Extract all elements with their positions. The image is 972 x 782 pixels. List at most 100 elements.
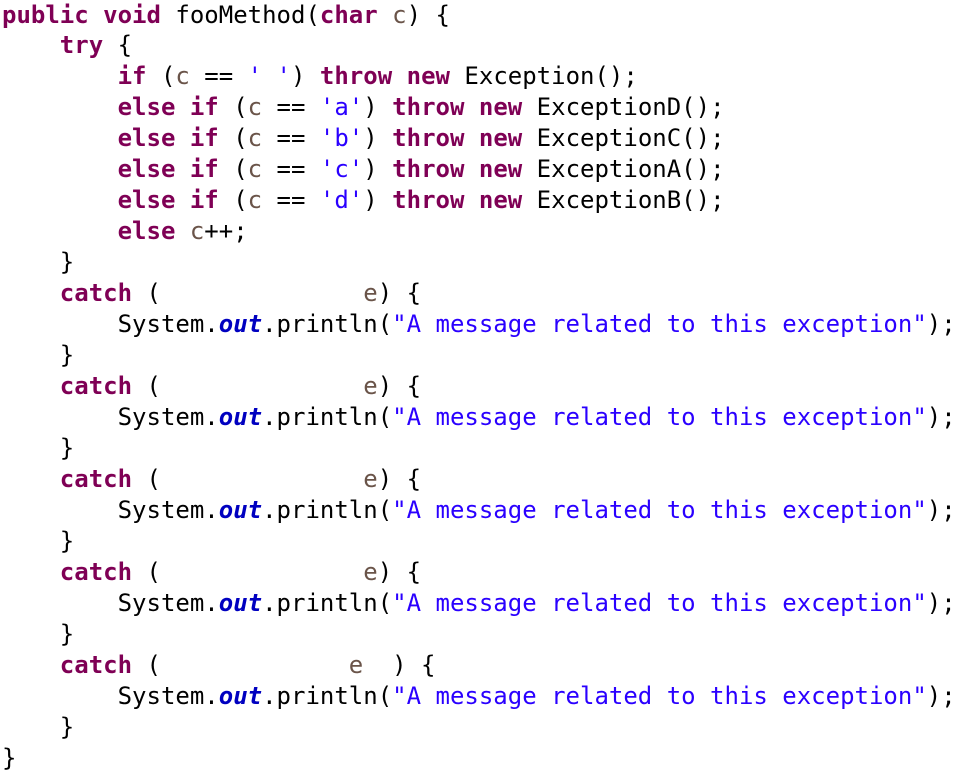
- code-line[interactable]: }: [0, 340, 972, 371]
- code-token-param: e: [363, 465, 378, 493]
- code-token-plain: );: [926, 496, 956, 524]
- code-token-kw: if: [189, 186, 219, 214]
- code-token-plain: (: [218, 93, 248, 121]
- code-line[interactable]: }: [0, 526, 972, 557]
- exception-type-blank[interactable]: [161, 651, 349, 679]
- code-token-param: c: [175, 62, 190, 90]
- code-token-plain: ) {: [363, 651, 436, 679]
- code-token-plain: ): [363, 155, 393, 183]
- code-line[interactable]: }: [0, 247, 972, 278]
- exception-type-blank[interactable]: [161, 558, 363, 586]
- code-line[interactable]: public void fooMethod(char c) {: [0, 0, 972, 30]
- code-token-plain: (: [132, 372, 161, 400]
- code-token-plain: (: [132, 465, 161, 493]
- code-token-kw: public: [2, 1, 89, 29]
- code-token-kw: new: [478, 186, 523, 214]
- code-line[interactable]: System.out.println("A message related to…: [0, 309, 972, 340]
- code-token-char: 'd': [319, 186, 364, 214]
- code-token-str: "A message related to this exception": [392, 682, 927, 710]
- code-token-param: c: [247, 186, 263, 214]
- code-token-str: "A message related to this exception": [392, 403, 927, 431]
- code-token-plain: ) {: [377, 372, 422, 400]
- code-token-plain: }: [2, 744, 17, 772]
- code-token-plain: );: [926, 682, 956, 710]
- code-token-plain: ==: [262, 124, 320, 152]
- code-token-kw: else: [117, 124, 176, 152]
- code-line[interactable]: }: [0, 619, 972, 650]
- code-token-param: e: [363, 558, 378, 586]
- code-token-plain: fooMethod(: [160, 1, 320, 29]
- code-token-kw: throw: [392, 186, 465, 214]
- code-token-plain: (: [132, 279, 161, 307]
- exception-type-blank[interactable]: [161, 372, 363, 400]
- code-token-param: e: [348, 651, 364, 679]
- code-line[interactable]: catch ( e) {: [0, 557, 972, 588]
- code-token-param: c: [392, 1, 407, 29]
- code-token-kw: throw: [319, 62, 393, 90]
- code-token-plain: ) {: [377, 465, 422, 493]
- code-token-plain: System: [117, 682, 205, 710]
- code-token-kw: new: [478, 124, 523, 152]
- code-line[interactable]: System.out.println("A message related to…: [0, 681, 972, 712]
- code-token-plain: }: [59, 248, 75, 276]
- code-line[interactable]: }: [0, 712, 972, 743]
- code-token-plain: ): [363, 186, 393, 214]
- code-line[interactable]: System.out.println("A message related to…: [0, 588, 972, 619]
- code-line[interactable]: }: [0, 743, 972, 774]
- code-editor[interactable]: public void fooMethod(char c) { try { if…: [0, 0, 972, 782]
- code-line[interactable]: else if (c == 'd') throw new ExceptionB(…: [0, 185, 972, 216]
- code-token-field: out: [218, 496, 263, 524]
- code-token-kw: try: [59, 31, 104, 59]
- exception-type-blank[interactable]: [161, 279, 363, 307]
- code-token-kw: if: [189, 155, 219, 183]
- code-line[interactable]: catch ( e) {: [0, 464, 972, 495]
- code-token-param: c: [247, 93, 263, 121]
- code-token-plain: (: [132, 558, 161, 586]
- code-line[interactable]: else if (c == 'b') throw new ExceptionC(…: [0, 123, 972, 154]
- code-token-kw: else: [117, 186, 176, 214]
- code-line[interactable]: System.out.println("A message related to…: [0, 495, 972, 526]
- code-token-plain: .println(: [262, 403, 393, 431]
- code-token-plain: .println(: [262, 496, 393, 524]
- code-token-kw: else: [117, 217, 176, 245]
- code-token-param: e: [363, 372, 378, 400]
- code-line[interactable]: else if (c == 'a') throw new ExceptionD(…: [0, 92, 972, 123]
- code-line[interactable]: }: [0, 433, 972, 464]
- code-line[interactable]: catch ( e) {: [0, 278, 972, 309]
- code-token-kw: if: [189, 93, 219, 121]
- exception-type-blank[interactable]: [161, 465, 363, 493]
- code-token-field: out: [218, 682, 263, 710]
- code-token-plain: System: [117, 589, 205, 617]
- code-line[interactable]: if (c == ' ') throw new Exception();: [0, 61, 972, 92]
- code-token-kw: new: [478, 155, 523, 183]
- code-token-plain: ExceptionD();: [522, 93, 725, 121]
- code-token-plain: ): [291, 62, 320, 90]
- code-line[interactable]: catch ( e ) {: [0, 650, 972, 681]
- code-token-plain: }: [59, 527, 75, 555]
- code-line[interactable]: try {: [0, 30, 972, 61]
- code-line[interactable]: else if (c == 'c') throw new ExceptionA(…: [0, 154, 972, 185]
- code-line[interactable]: else c++;: [0, 216, 972, 247]
- code-token-kw: new: [406, 62, 450, 90]
- code-token-param: c: [247, 155, 263, 183]
- code-token-plain: ==: [262, 155, 320, 183]
- code-line[interactable]: catch ( e) {: [0, 371, 972, 402]
- code-line[interactable]: System.out.println("A message related to…: [0, 402, 972, 433]
